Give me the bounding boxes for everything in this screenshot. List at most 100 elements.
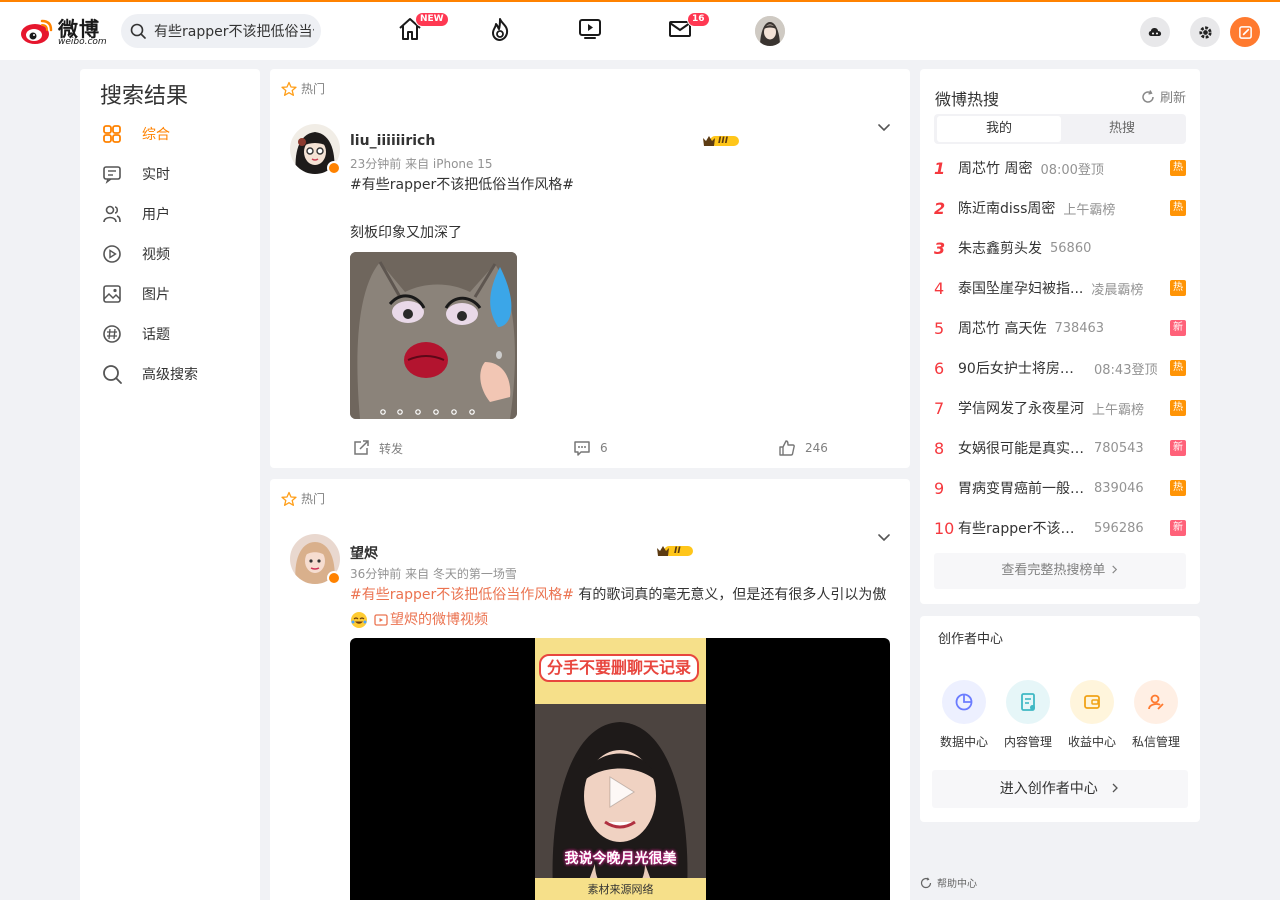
creator-message-manage[interactable]: 私信管理 xyxy=(1128,680,1184,750)
tab-hot-search[interactable]: 热搜 xyxy=(1060,116,1184,142)
post-text: 有的歌词真的毫无意义，但是还有很多人引以为傲 xyxy=(573,587,887,603)
hot-search-item[interactable]: 10有些rapper不该把低... 596286 新 xyxy=(934,515,1186,541)
search-results-title: 搜索结果 xyxy=(100,84,189,109)
vip-level: III xyxy=(718,136,729,146)
creator-revenue-center[interactable]: 收益中心 xyxy=(1064,680,1120,750)
hot-search-panel: 微博热搜 刷新 我的 热搜 1 周芯竹 周密 08:00登顶热 2 陈近南diss周密上… xyxy=(920,69,1200,604)
creator-data-center[interactable]: 数据中心 xyxy=(936,680,992,750)
nav-video[interactable] xyxy=(577,16,605,44)
filter-comprehensive[interactable]: 综合 xyxy=(100,121,250,147)
hot-search-count: 凌晨霸榜 xyxy=(1091,282,1144,298)
hot-search-item[interactable]: 8 女娲很可能是真实存... 780543 新 xyxy=(934,435,1186,461)
hot-search-item[interactable]: 3 朱志鑫剪头发 56860 xyxy=(934,235,1186,261)
repost-button[interactable]: 转发 xyxy=(352,439,403,457)
post-image[interactable] xyxy=(350,252,517,419)
nav-home[interactable]: NEW xyxy=(397,12,449,44)
post-username[interactable]: liu_iiiiiirich xyxy=(350,133,435,149)
nav-messages[interactable]: 16 xyxy=(667,12,710,44)
hot-search-item[interactable]: 9 胃病变胃癌前一般有... 839046 热 xyxy=(934,475,1186,501)
hot-search-tabs: 我的 热搜 xyxy=(934,114,1186,144)
hot-search-item[interactable]: 1 周芯竹 周密 08:00登顶 热 xyxy=(934,155,1186,181)
star-icon xyxy=(281,491,297,506)
comment-icon xyxy=(574,441,590,456)
search-icon[interactable] xyxy=(130,23,146,39)
filter-topics[interactable]: 话题 xyxy=(100,321,250,347)
messages-count-badge: 16 xyxy=(687,12,710,27)
enter-creator-center-button[interactable]: 进入创作者中心 xyxy=(932,770,1188,808)
comment-count: 6 xyxy=(600,441,608,455)
filter-video[interactable]: 视频 xyxy=(100,241,250,267)
filter-users[interactable]: 用户 xyxy=(100,201,250,227)
post-meta: 23分钟前 来自 iPhone 15 xyxy=(350,157,493,171)
hot-search-word: 胃病变胃癌前一般有... xyxy=(958,481,1086,497)
creator-item-label: 数据中心 xyxy=(939,735,988,749)
filter-label: 综合 xyxy=(142,127,170,143)
filter-label: 实时 xyxy=(142,167,170,183)
video-player[interactable]: 分手不要删聊天记录 我说今晚月光很美 素材来源网络 xyxy=(350,638,890,900)
help-center-link[interactable]: 帮助中心 xyxy=(920,875,977,890)
creator-item-label: 私信管理 xyxy=(1131,735,1180,749)
chevron-down-icon[interactable] xyxy=(876,119,892,135)
hot-search-item[interactable]: 4 泰国坠崖孕妇被指... 凌晨霸榜 热 xyxy=(934,275,1186,301)
hot-search-count: 08:00登顶 xyxy=(1040,162,1104,178)
hot-badge: 热 xyxy=(1170,480,1186,496)
settings-button[interactable] xyxy=(1190,17,1220,47)
filter-advanced-search[interactable]: 高级搜索 xyxy=(100,361,250,387)
hot-search-item[interactable]: 2 陈近南diss周密 上午霸榜 热 xyxy=(934,195,1186,221)
top-navigation-bar: 微博 weibo.com NEW 16 xyxy=(0,0,1280,60)
hot-search-count: 780543 xyxy=(1094,440,1144,456)
hot-search-word: 泰国坠崖孕妇被指... xyxy=(958,281,1084,297)
nav-hot[interactable] xyxy=(487,16,515,44)
video-source: 素材来源网络 xyxy=(587,883,654,896)
hot-search-rank: 8 xyxy=(934,438,945,458)
video-screen-icon xyxy=(579,19,601,39)
compose-button[interactable] xyxy=(1230,17,1260,47)
message-manage-icon xyxy=(1134,680,1178,724)
hot-tag: 热门 xyxy=(281,80,325,97)
laughing-emoji-icon xyxy=(351,612,367,628)
play-icon[interactable] xyxy=(600,772,640,812)
hot-tag-label: 热门 xyxy=(301,492,326,506)
hot-search-item[interactable]: 6 90后女护士将房间... 08:43登顶热 xyxy=(934,355,1186,381)
search-input[interactable] xyxy=(154,21,314,41)
realtime-icon xyxy=(100,162,124,186)
hot-search-count: 839046 xyxy=(1094,480,1144,496)
comment-button[interactable]: 6 xyxy=(573,439,608,457)
data-icon xyxy=(942,680,986,724)
new-badge: 新 xyxy=(1170,440,1186,456)
user-avatar[interactable] xyxy=(755,16,785,46)
filter-label: 用户 xyxy=(142,207,170,223)
post-hashtag[interactable]: #有些rapper不该把低俗当作风格# xyxy=(350,175,574,195)
creator-content-manage[interactable]: 内容管理 xyxy=(1000,680,1056,750)
game-button[interactable] xyxy=(1140,17,1170,47)
new-badge: 新 xyxy=(1170,320,1186,336)
video-link[interactable]: 望烬的微博视频 xyxy=(350,610,488,630)
refresh-button[interactable]: 刷新 xyxy=(1141,87,1186,106)
chevron-down-icon[interactable] xyxy=(876,529,892,545)
video-link-label: 望烬的微博视频 xyxy=(390,612,488,628)
filter-realtime[interactable]: 实时 xyxy=(100,161,250,187)
hot-badge: 热 xyxy=(1170,200,1186,216)
hot-badge: 热 xyxy=(1170,360,1186,376)
filter-label: 话题 xyxy=(142,327,170,343)
flame-icon xyxy=(492,18,509,41)
post-username[interactable]: 望烬 xyxy=(350,543,378,563)
post-text: 刻板印象又加深了 xyxy=(350,225,462,241)
hot-search-item[interactable]: 7 学信网发了永夜星河 上午霸榜 热 xyxy=(934,395,1186,421)
filter-images[interactable]: 图片 xyxy=(100,281,250,307)
hot-search-count: 596286 xyxy=(1094,520,1144,536)
weibo-logo[interactable]: 微博 weibo.com xyxy=(20,13,112,49)
creator-item-label: 收益中心 xyxy=(1067,735,1116,749)
video-icon xyxy=(100,242,124,266)
see-full-hot-list-link[interactable]: 查看完整热搜榜单 xyxy=(934,553,1186,589)
help-center-label: 帮助中心 xyxy=(937,879,977,890)
tab-mine[interactable]: 我的 xyxy=(937,116,1061,142)
thumbs-up-icon xyxy=(779,440,795,456)
hot-search-word: 学信网发了永夜星河 xyxy=(958,401,1084,417)
hot-search-item[interactable]: 5 周芯竹 高天佐 738463 新 xyxy=(934,315,1186,341)
like-button[interactable]: 246 xyxy=(778,439,828,457)
search-box[interactable] xyxy=(121,14,321,48)
post-hashtag[interactable]: #有些rapper不该把低俗当作风格# xyxy=(350,587,574,603)
hot-search-rank: 9 xyxy=(934,478,945,498)
creator-center-title: 创作者中心 xyxy=(938,632,1004,647)
